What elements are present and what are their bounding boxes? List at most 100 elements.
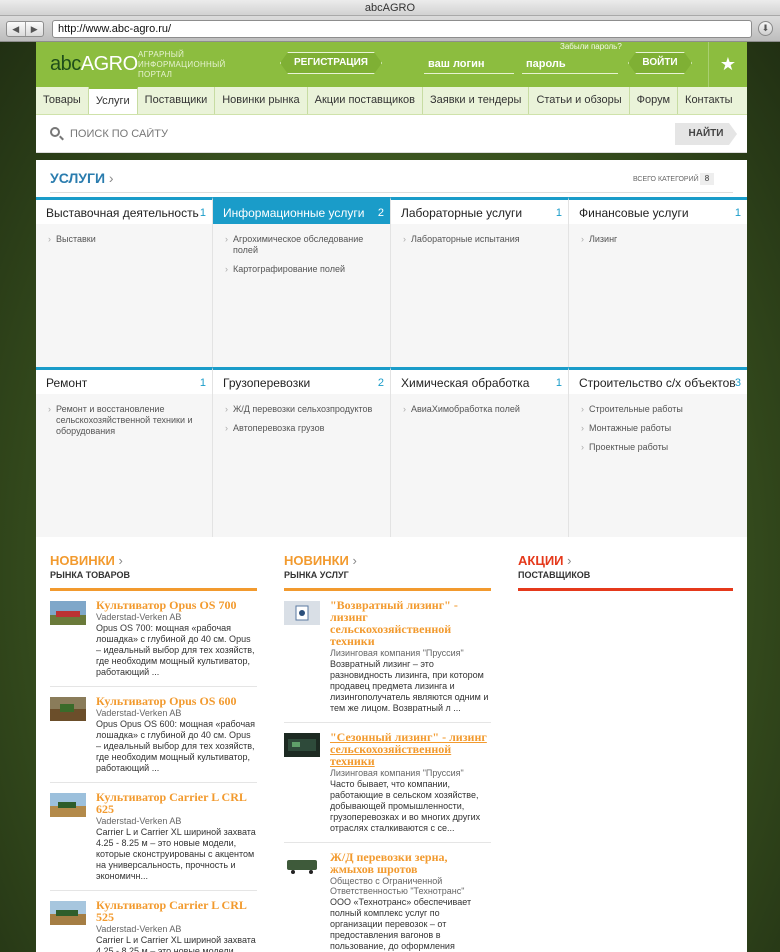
news-company: Vaderstad-Verken AB <box>96 708 182 718</box>
news-title-link[interactable]: Культиватор Carrier L CRL 525 <box>96 899 257 923</box>
category-freight: Грузоперевозки2 Ж/Д перевозки сельхозпро… <box>213 367 391 537</box>
category-link[interactable]: Агрохимическое обследование полей <box>225 234 380 256</box>
news-text: Carrier L и Carrier XL шириной захвата 4… <box>96 827 256 881</box>
category-link[interactable]: Выставки <box>48 234 202 245</box>
news-company: Vaderstad-Verken AB <box>96 612 182 622</box>
menu-item-supplier-promos[interactable]: Акции поставщиков <box>308 87 423 114</box>
menu-item-suppliers[interactable]: Поставщики <box>138 87 216 114</box>
forgot-password-link[interactable]: Забыли пароль? <box>560 42 622 51</box>
goods-news-title[interactable]: НОВИНКИ › <box>50 553 257 568</box>
product-thumbnail[interactable] <box>50 601 86 625</box>
category-header[interactable]: Строительство с/х объектов 3 <box>569 370 747 394</box>
news-item: Культиватор Carrier L CRL 525 Vaderstad-… <box>50 891 257 952</box>
search-input[interactable] <box>70 123 670 145</box>
news-item: Культиватор Opus OS 700 Vaderstad-Verken… <box>50 591 257 687</box>
goods-news-column: НОВИНКИ › РЫНКА ТОВАРОВ Культиватор Opus… <box>50 553 257 952</box>
total-categories-count: 8 <box>700 173 714 185</box>
category-link[interactable]: Ремонт и восстановление сельскохозяйстве… <box>48 404 202 437</box>
news-text: Часто бывает, что компании, работающие в… <box>330 779 481 833</box>
news-item: Культиватор Opus OS 600 Vaderstad-Verken… <box>50 687 257 783</box>
back-icon[interactable]: ◀ <box>7 22 26 36</box>
news-title-link[interactable]: "Сезонный лизинг" - лизинг сельскохозяйс… <box>330 731 491 767</box>
product-thumbnail[interactable] <box>50 793 86 817</box>
promotions-title[interactable]: АКЦИИ › <box>518 553 733 568</box>
news-title-link[interactable]: "Возвратный лизинг" - лизинг сельскохозя… <box>330 599 491 647</box>
forward-icon[interactable]: ▶ <box>26 22 44 36</box>
category-header[interactable]: Информационные услуги 2 <box>213 200 390 224</box>
news-item: "Сезонный лизинг" - лизинг сельскохозяйс… <box>284 723 491 843</box>
category-link[interactable]: Строительные работы <box>581 404 737 415</box>
site: abcAGRO АГРАРНЫЙ ИНФОРМАЦИОННЫЙ ПОРТАЛ Р… <box>36 42 747 952</box>
category-link[interactable]: Лизинг <box>581 234 737 245</box>
url-bar[interactable]: http://www.abc-agro.ru/ <box>52 20 752 38</box>
menu-item-contacts[interactable]: Контакты <box>678 87 740 114</box>
menu-item-articles[interactable]: Статьи и обзоры <box>529 87 630 114</box>
category-link[interactable]: Проектные работы <box>581 442 737 453</box>
category-link[interactable]: Автоперевозка грузов <box>225 423 380 434</box>
download-icon[interactable]: ⬇ <box>758 21 773 36</box>
chevron-right-icon: › <box>108 170 114 186</box>
news-title-link[interactable]: Культиватор Carrier L CRL 625 <box>96 791 257 815</box>
category-header[interactable]: Химическая обработка 1 <box>391 370 568 394</box>
service-thumbnail[interactable] <box>284 601 320 625</box>
logo-subtitle: АГРАРНЫЙ ИНФОРМАЦИОННЫЙ ПОРТАЛ <box>138 50 226 79</box>
menu-item-tenders[interactable]: Заявки и тендеры <box>423 87 530 114</box>
divider <box>518 588 733 591</box>
news-title-link[interactable]: Культиватор Opus OS 700 <box>96 599 257 611</box>
category-info-services: Информационные услуги2 Агрохимическое об… <box>213 197 391 367</box>
category-lab-services: Лабораторные услуги1 Лабораторные испыта… <box>391 197 569 367</box>
category-link[interactable]: АвиаХимобработка полей <box>403 404 558 415</box>
chevron-right-icon: › <box>567 553 572 568</box>
promotions-column: АКЦИИ › ПОСТАВЩИКОВ <box>518 553 733 591</box>
news-text: ООО «Технотранс» обеспечивает полный ком… <box>330 897 472 951</box>
category-header[interactable]: Выставочная деятельность 1 <box>36 200 212 224</box>
login-button[interactable]: ВОЙТИ <box>628 52 692 74</box>
nav-buttons: ◀ ▶ <box>6 21 44 37</box>
search-bar: НАЙТИ <box>36 115 747 153</box>
news-text: Carrier L и Carrier XL шириной захвата 4… <box>96 935 256 952</box>
news-company: Общество с Ограниченной Ответственностью… <box>330 876 465 896</box>
category-header[interactable]: Лабораторные услуги 1 <box>391 200 568 224</box>
news-title-link[interactable]: Ж/Д перевозки зерна, жмыхов шротов <box>330 851 491 875</box>
menu-item-market-news[interactable]: Новинки рынка <box>215 87 308 114</box>
category-construction: Строительство с/х объектов3 Строительные… <box>569 367 747 537</box>
content-area: УСЛУГИ › ВСЕГО КАТЕГОРИЙ 8 Выставочная д… <box>36 160 747 952</box>
railcar-thumbnail[interactable] <box>284 853 320 877</box>
product-thumbnail[interactable] <box>50 901 86 925</box>
news-text: Opus Opus OS 600: мощная «рабочая лошадк… <box>96 719 256 773</box>
category-header[interactable]: Финансовые услуги 1 <box>569 200 747 224</box>
services-news-column: НОВИНКИ › РЫНКА УСЛУГ "Возвратный лизинг… <box>284 553 491 952</box>
news-text: Возвратный лизинг – это разновидность ли… <box>330 659 489 713</box>
favorites-star-icon[interactable]: ★ <box>708 42 747 87</box>
window-title: abcAGRO <box>0 0 780 16</box>
category-link[interactable]: Ж/Д перевозки сельхозпродуктов <box>225 404 380 415</box>
category-link[interactable]: Картографирование полей <box>225 264 380 275</box>
services-news-title[interactable]: НОВИНКИ › <box>284 553 491 568</box>
register-button[interactable]: РЕГИСТРАЦИЯ <box>280 52 382 74</box>
logo[interactable]: abcAGRO <box>50 53 138 76</box>
login-input[interactable] <box>424 54 514 74</box>
search-icon <box>50 127 60 137</box>
category-header[interactable]: Грузоперевозки 2 <box>213 370 390 394</box>
category-link[interactable]: Монтажные работы <box>581 423 737 434</box>
category-repair: Ремонт1 Ремонт и восстановление сельскох… <box>36 367 213 537</box>
news-text: Opus OS 700: мощная «рабочая лошадка» с … <box>96 623 255 677</box>
news-title-link[interactable]: Культиватор Opus OS 600 <box>96 695 257 707</box>
news-item: Культиватор Carrier L CRL 625 Vaderstad-… <box>50 783 257 891</box>
browser-toolbar: ◀ ▶ http://www.abc-agro.ru/ ⬇ <box>0 16 780 42</box>
service-thumbnail[interactable] <box>284 733 320 757</box>
menu-item-forum[interactable]: Форум <box>630 87 679 114</box>
site-header: abcAGRO АГРАРНЫЙ ИНФОРМАЦИОННЫЙ ПОРТАЛ Р… <box>36 42 747 87</box>
category-link[interactable]: Лабораторные испытания <box>403 234 558 245</box>
product-thumbnail[interactable] <box>50 697 86 721</box>
services-title[interactable]: УСЛУГИ › <box>50 170 114 186</box>
news-company: Лизинговая компания "Пруссия" <box>330 768 464 778</box>
services-news-subtitle: РЫНКА УСЛУГ <box>284 570 349 580</box>
search-button[interactable]: НАЙТИ <box>675 123 737 145</box>
category-header[interactable]: Ремонт 1 <box>36 370 212 394</box>
chevron-right-icon: › <box>118 553 123 568</box>
menu-item-services[interactable]: Услуги <box>88 87 138 114</box>
menu-item-goods[interactable]: Товары <box>36 87 89 114</box>
password-input[interactable] <box>522 54 618 74</box>
news-company: Vaderstad-Verken AB <box>96 816 182 826</box>
